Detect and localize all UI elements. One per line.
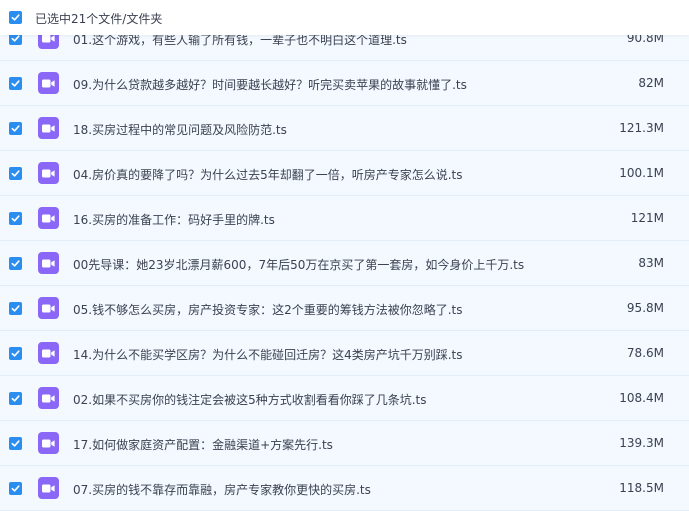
file-checkbox[interactable] [9, 167, 22, 180]
file-row[interactable]: 07.买房的钱不靠存而靠融，房产专家教你更快的买房.ts 118.5M [0, 466, 689, 511]
file-checkbox[interactable] [9, 122, 22, 135]
file-name[interactable]: 04.房价真的要降了吗？为什么过去5年却翻了一倍，听房产专家怎么说.ts [73, 166, 463, 183]
checkmark-icon [11, 395, 20, 402]
file-name[interactable]: 17.如何做家庭资产配置：金融渠道+方案先行.ts [73, 436, 333, 453]
file-row[interactable]: 09.为什么贷款越多越好？时间要越长越好？听完买卖苹果的故事就懂了.ts 82M [0, 61, 689, 106]
file-checkbox[interactable] [9, 437, 22, 450]
selection-header: 已选中21个文件/文件夹 [0, 0, 689, 35]
video-file-icon [38, 477, 59, 499]
checkmark-icon [11, 170, 20, 177]
file-checkbox[interactable] [9, 347, 22, 360]
video-file-icon [38, 432, 59, 454]
file-row[interactable]: 18.买房过程中的常见问题及风险防范.ts 121.3M [0, 106, 689, 151]
file-checkbox[interactable] [9, 482, 22, 495]
video-file-icon [38, 387, 59, 409]
file-row[interactable]: 02.如果不买房你的钱注定会被这5种方式收割看看你踩了几条坑.ts 108.4M [0, 376, 689, 421]
file-name[interactable]: 09.为什么贷款越多越好？时间要越长越好？听完买卖苹果的故事就懂了.ts [73, 76, 467, 93]
video-file-icon [38, 252, 59, 274]
checkmark-icon [11, 125, 20, 132]
checkmark-icon [11, 305, 20, 312]
video-file-icon [38, 162, 59, 184]
file-list: 01.这个游戏，有些人输了所有钱，一辈子也不明白这个道理.ts 90.8M 09… [0, 16, 689, 511]
file-name[interactable]: 07.买房的钱不靠存而靠融，房产专家教你更快的买房.ts [73, 481, 371, 498]
file-row[interactable]: 14.为什么不能买学区房？为什么不能碰回迁房？这4类房产坑千万别踩.ts 78.… [0, 331, 689, 376]
checkmark-icon [11, 35, 20, 42]
file-name[interactable]: 02.如果不买房你的钱注定会被这5种方式收割看看你踩了几条坑.ts [73, 391, 427, 408]
file-name[interactable]: 14.为什么不能买学区房？为什么不能碰回迁房？这4类房产坑千万别踩.ts [73, 346, 463, 363]
file-size: 100.1M [619, 166, 664, 180]
file-name[interactable]: 16.买房的准备工作：码好手里的牌.ts [73, 211, 275, 228]
file-name[interactable]: 05.钱不够怎么买房，房产投资专家：这2个重要的筹钱方法被你忽略了.ts [73, 301, 463, 318]
file-row[interactable]: 17.如何做家庭资产配置：金融渠道+方案先行.ts 139.3M [0, 421, 689, 466]
checkmark-icon [11, 440, 20, 447]
checkmark-icon [11, 350, 20, 357]
select-all-checkbox[interactable] [9, 11, 22, 24]
file-checkbox[interactable] [9, 392, 22, 405]
video-file-icon [38, 117, 59, 139]
file-size: 95.8M [626, 301, 664, 315]
file-row[interactable]: 00先导课：她23岁北漂月薪600，7年后50万在京买了第一套房，如今身价上千万… [0, 241, 689, 286]
file-size: 121M [630, 211, 664, 225]
file-checkbox[interactable] [9, 212, 22, 225]
selection-count-text: 已选中21个文件/文件夹 [35, 12, 163, 26]
file-size: 78.6M [626, 346, 664, 360]
file-checkbox[interactable] [9, 77, 22, 90]
checkmark-icon [11, 215, 20, 222]
file-name[interactable]: 18.买房过程中的常见问题及风险防范.ts [73, 121, 287, 138]
file-size: 83M [638, 256, 664, 270]
file-name[interactable]: 00先导课：她23岁北漂月薪600，7年后50万在京买了第一套房，如今身价上千万… [73, 256, 524, 273]
checkmark-icon [11, 485, 20, 492]
file-checkbox[interactable] [9, 302, 22, 315]
file-size: 118.5M [619, 481, 664, 495]
file-size: 121.3M [619, 121, 664, 135]
file-checkbox[interactable] [9, 257, 22, 270]
video-file-icon [38, 207, 59, 229]
checkmark-icon [11, 14, 20, 21]
video-file-icon [38, 297, 59, 319]
video-file-icon [38, 342, 59, 364]
file-row[interactable]: 05.钱不够怎么买房，房产投资专家：这2个重要的筹钱方法被你忽略了.ts 95.… [0, 286, 689, 331]
file-size: 82M [638, 76, 664, 90]
file-row[interactable]: 04.房价真的要降了吗？为什么过去5年却翻了一倍，听房产专家怎么说.ts 100… [0, 151, 689, 196]
file-size: 108.4M [619, 391, 664, 405]
file-size: 139.3M [619, 436, 664, 450]
checkmark-icon [11, 260, 20, 267]
checkmark-icon [11, 80, 20, 87]
video-file-icon [38, 72, 59, 94]
file-row[interactable]: 16.买房的准备工作：码好手里的牌.ts 121M [0, 196, 689, 241]
